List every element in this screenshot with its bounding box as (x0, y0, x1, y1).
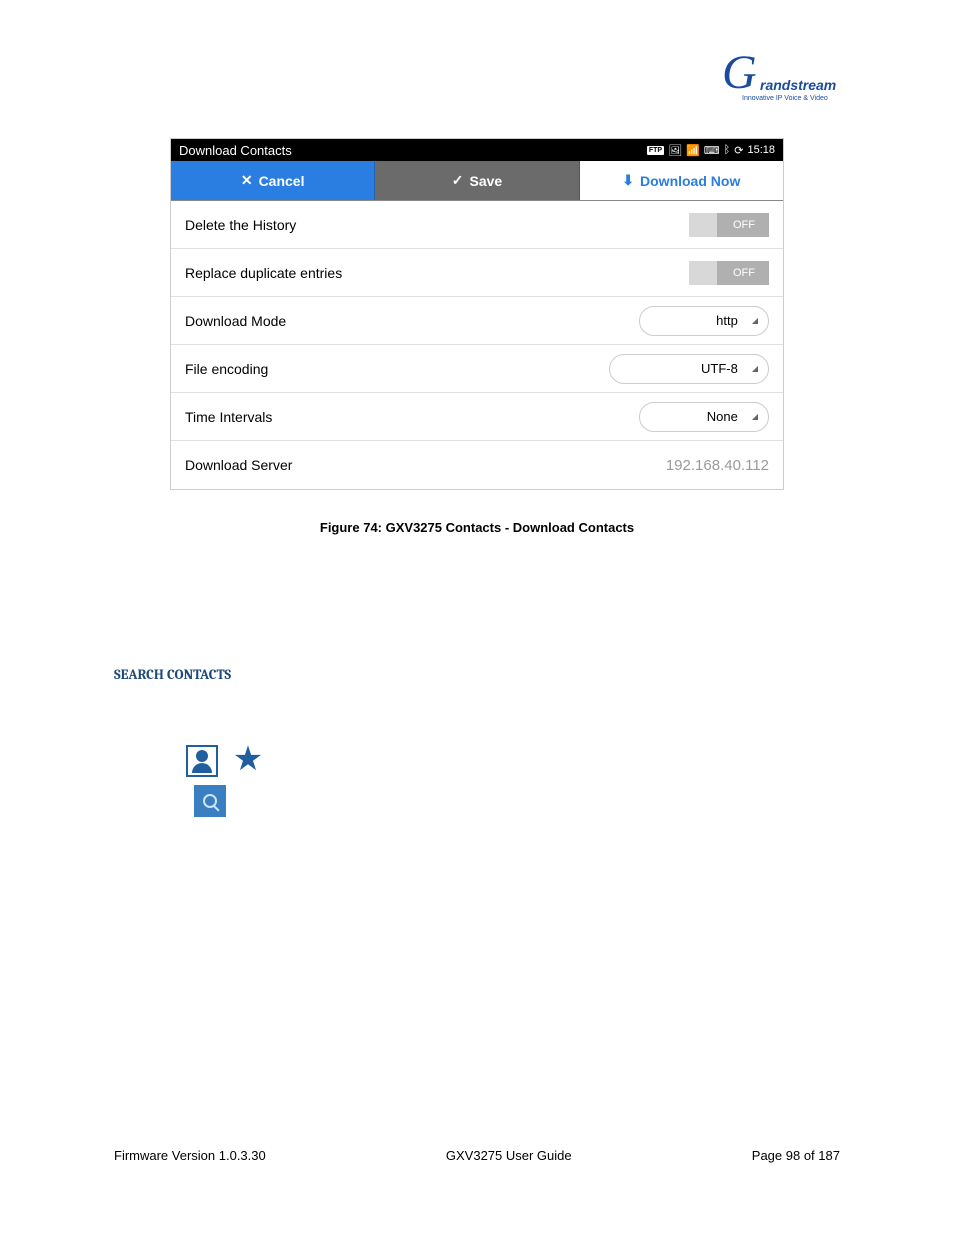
cancel-label: Cancel (259, 173, 305, 189)
firmware-version: Firmware Version 1.0.3.30 (114, 1148, 266, 1163)
save-label: Save (470, 173, 503, 189)
setting-label: Download Server (185, 457, 292, 473)
sync-icon: ⟳ (734, 144, 743, 157)
section-heading-search-contacts: SEARCH CONTACTS (114, 666, 231, 683)
signal-icon: 📶 (686, 144, 700, 157)
delete-history-toggle[interactable]: OFF (689, 213, 769, 237)
document-title: GXV3275 User Guide (446, 1148, 572, 1163)
action-bar: ✕ Cancel ✓ Save ⬇ Download Now (171, 161, 783, 201)
save-button[interactable]: ✓ Save (375, 161, 579, 200)
setting-label: Time Intervals (185, 409, 272, 425)
magnifier-icon (203, 794, 217, 808)
cancel-button[interactable]: ✕ Cancel (171, 161, 375, 200)
brand-logo: G randstream Innovative IP Voice & Video (722, 55, 842, 115)
file-encoding-spinner[interactable]: UTF-8 ◢ (609, 354, 769, 384)
setting-delete-history: Delete the History OFF (171, 201, 783, 249)
contact-icon (186, 745, 218, 777)
download-mode-spinner[interactable]: http ◢ (639, 306, 769, 336)
toggle-state: OFF (733, 267, 755, 279)
page-footer: Firmware Version 1.0.3.30 GXV3275 User G… (114, 1148, 840, 1163)
download-now-button[interactable]: ⬇ Download Now (580, 161, 783, 200)
setting-time-intervals: Time Intervals None ◢ (171, 393, 783, 441)
clock-time: 15:18 (747, 144, 775, 156)
time-intervals-spinner[interactable]: None ◢ (639, 402, 769, 432)
settings-list: Delete the History OFF Replace duplicate… (171, 201, 783, 489)
setting-label: File encoding (185, 361, 268, 377)
dropdown-caret-icon: ◢ (752, 316, 758, 325)
spinner-value: UTF-8 (701, 361, 738, 376)
dropdown-caret-icon: ◢ (752, 364, 758, 373)
download-contacts-screenshot: Download Contacts FTP 🖼 📶 ⌨ ᛒ ⟳ 15:18 ✕ … (170, 138, 784, 490)
check-icon: ✓ (452, 172, 464, 189)
logo-glyph: G (722, 45, 757, 100)
close-icon: ✕ (241, 172, 253, 189)
toggle-state: OFF (733, 219, 755, 231)
ftp-indicator-icon: FTP (647, 146, 664, 155)
setting-download-server: Download Server 192.168.40.112 (171, 441, 783, 489)
status-bar: Download Contacts FTP 🖼 📶 ⌨ ᛒ ⟳ 15:18 (171, 139, 783, 161)
dropdown-caret-icon: ◢ (752, 412, 758, 421)
download-server-field[interactable]: 192.168.40.112 (666, 457, 769, 474)
status-icons: FTP 🖼 📶 ⌨ ᛒ ⟳ 15:18 (647, 144, 775, 157)
star-icon: ★ (232, 745, 264, 777)
setting-label: Delete the History (185, 217, 296, 233)
setting-replace-duplicates: Replace duplicate entries OFF (171, 249, 783, 297)
picture-icon: 🖼 (668, 144, 682, 157)
screen-title: Download Contacts (179, 143, 647, 158)
download-icon: ⬇ (622, 172, 634, 189)
page-number: Page 98 of 187 (752, 1148, 840, 1163)
setting-download-mode: Download Mode http ◢ (171, 297, 783, 345)
setting-label: Replace duplicate entries (185, 265, 342, 281)
search-icon (194, 785, 226, 817)
spinner-value: http (716, 313, 738, 328)
figure-caption: Figure 74: GXV3275 Contacts - Download C… (0, 520, 954, 535)
spinner-value: None (707, 409, 738, 424)
toggle-knob (689, 213, 717, 237)
logo-tagline: Innovative IP Voice & Video (742, 95, 828, 102)
setting-label: Download Mode (185, 313, 286, 329)
bluetooth-icon: ᛒ (724, 144, 731, 156)
keyboard-icon: ⌨ (704, 144, 720, 157)
download-now-label: Download Now (640, 173, 740, 189)
search-contacts-icons: ★ (186, 745, 264, 817)
replace-duplicates-toggle[interactable]: OFF (689, 261, 769, 285)
logo-brand-text: randstream (760, 77, 836, 93)
setting-file-encoding: File encoding UTF-8 ◢ (171, 345, 783, 393)
toggle-knob (689, 261, 717, 285)
